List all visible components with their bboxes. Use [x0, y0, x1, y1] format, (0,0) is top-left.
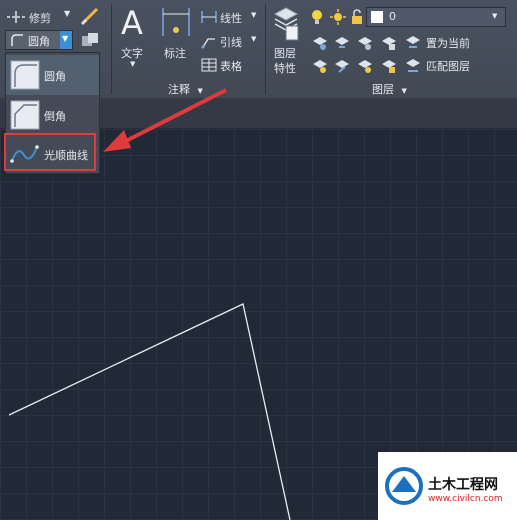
sun-icon[interactable]	[330, 9, 346, 25]
layer-tool-6-icon[interactable]	[333, 58, 351, 74]
chevron-down-icon: ▼	[251, 35, 257, 43]
layer-properties-button[interactable]: 图层 特性	[270, 4, 302, 76]
layer-tool-7-icon[interactable]	[356, 58, 374, 74]
linetype-button[interactable]: 线性 ▼	[198, 8, 262, 26]
text-icon: A	[121, 4, 143, 42]
leader-label: 引线	[220, 36, 242, 49]
layers-panel-title[interactable]: 图层 ▼	[372, 81, 407, 97]
layer-tool-8-icon[interactable]	[380, 58, 398, 74]
layer-tool-5-icon[interactable]	[311, 58, 329, 74]
text-button[interactable]: A 文字 ▼	[116, 4, 154, 74]
chevron-down-icon[interactable]: ▼	[64, 9, 70, 18]
layer-tool-1-icon[interactable]	[311, 35, 329, 51]
fillet-icon	[11, 34, 23, 46]
layer-dropdown[interactable]: 0 ▼	[366, 7, 506, 27]
watermark-url: www.civilcn.com	[428, 494, 503, 504]
linear-dimension-icon	[201, 11, 217, 23]
chevron-down-icon: ▼	[197, 87, 203, 95]
match-layer-button[interactable]: 匹配图层	[404, 56, 504, 74]
layer-properties-icon	[273, 7, 299, 41]
menu-item-fillet-label: 圆角	[44, 70, 66, 83]
unlock-icon[interactable]	[350, 9, 364, 25]
layer-tool-2-icon[interactable]	[333, 35, 351, 51]
fillet-label: 圆角	[28, 35, 50, 48]
set-current-icon	[406, 36, 420, 48]
dimension-button[interactable]: 标注	[158, 4, 194, 74]
match-layer-label: 匹配图层	[426, 60, 470, 73]
layer-color-swatch	[371, 11, 383, 23]
text-label: 文字	[121, 47, 143, 60]
annotation-panel-title[interactable]: 注释 ▼	[168, 81, 203, 97]
eraser-icon[interactable]	[80, 6, 102, 26]
menu-item-fillet[interactable]: 圆角	[6, 55, 99, 95]
chamfer-icon	[10, 100, 40, 130]
leader-button[interactable]: 引线 ▼	[198, 32, 262, 50]
watermark-logo-icon	[385, 467, 423, 505]
trim-label: 修剪	[29, 12, 51, 25]
chevron-down-icon: ▼	[251, 11, 257, 19]
chevron-down-icon: ▼	[492, 12, 498, 20]
menu-item-chamfer-label: 倒角	[44, 110, 66, 123]
layer-tool-4-icon[interactable]	[380, 35, 398, 51]
array-icon[interactable]	[80, 30, 102, 50]
watermark-title: 土木工程网	[428, 477, 498, 493]
fillet-split-button[interactable]: 圆角 ▼	[5, 30, 73, 50]
layer-tool-3-icon[interactable]	[356, 35, 374, 51]
set-current-button[interactable]: 置为当前	[404, 33, 504, 51]
chevron-down-icon: ▼	[130, 60, 136, 68]
current-layer-name: 0	[389, 10, 396, 23]
leader-icon	[201, 38, 215, 49]
trim-icon	[7, 11, 26, 23]
chevron-down-icon: ▼	[401, 87, 407, 95]
set-current-label: 置为当前	[426, 37, 470, 50]
fillet-dropdown-arrow[interactable]: ▼	[60, 31, 72, 49]
match-layer-icon	[406, 59, 420, 72]
fillet-icon	[10, 60, 40, 90]
highlight-box	[4, 133, 96, 171]
layer-properties-label-1: 图层	[274, 47, 296, 60]
chevron-down-icon: ▼	[62, 34, 69, 43]
layer-properties-label-2: 特性	[274, 62, 296, 75]
dimension-label: 标注	[164, 47, 186, 60]
lightbulb-icon[interactable]	[310, 9, 324, 25]
trim-button[interactable]: 修剪 ▼	[4, 8, 74, 26]
watermark: 土木工程网 www.civilcn.com	[378, 452, 517, 520]
menu-item-chamfer[interactable]: 倒角	[6, 95, 99, 135]
linetype-label: 线性	[220, 12, 242, 25]
table-button[interactable]: 表格	[198, 56, 262, 74]
table-icon	[201, 58, 217, 72]
dimension-icon	[162, 8, 190, 36]
table-label: 表格	[220, 60, 242, 73]
